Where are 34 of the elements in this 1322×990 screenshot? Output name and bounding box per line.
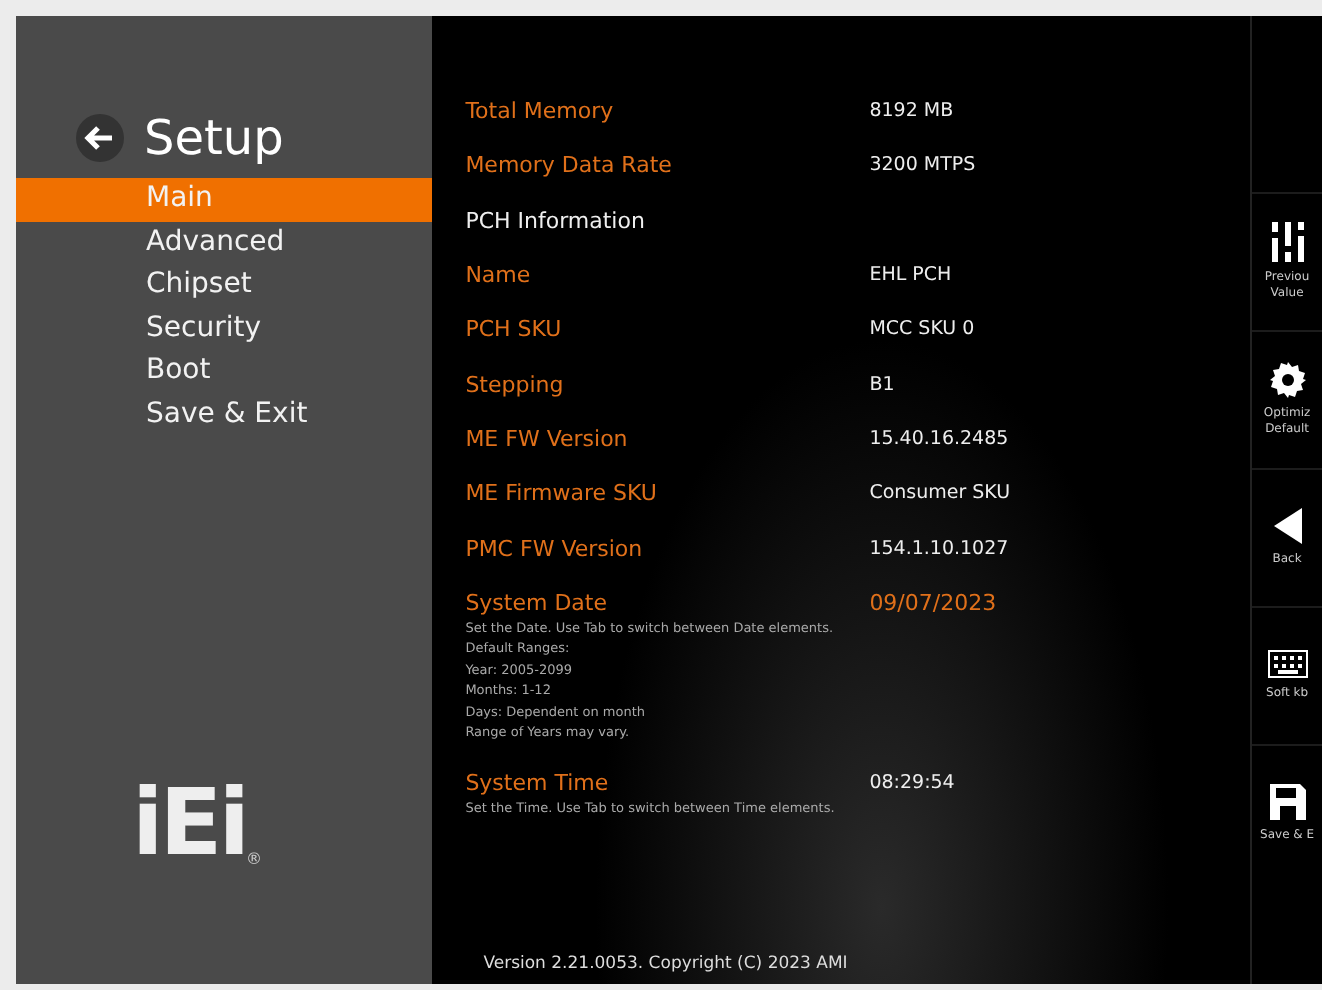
logo-text: iEi xyxy=(132,776,246,868)
menu-item[interactable]: Security xyxy=(16,307,432,350)
field-value: 154.1.10.1027 xyxy=(869,537,1009,560)
field-label[interactable]: Name xyxy=(465,262,870,289)
field-value: 3200 MTPS xyxy=(869,154,976,177)
menu-item[interactable]: Boot xyxy=(16,350,432,393)
field-label[interactable]: Total Memory xyxy=(465,98,870,125)
version-text: Version 2.21.0053. Copyright (C) 2023 AMI xyxy=(481,954,850,974)
field-value: MCC SKU 0 xyxy=(869,318,975,341)
keyboard-icon xyxy=(1267,650,1308,678)
field-value: EHL PCH xyxy=(869,264,952,287)
field-label[interactable]: ME FW Version xyxy=(465,425,870,452)
field-label[interactable]: System Time xyxy=(465,769,870,796)
field-label[interactable]: PCH SKU xyxy=(465,316,870,343)
field-label[interactable]: System Date xyxy=(465,589,870,616)
sliders-icon xyxy=(1269,222,1306,262)
field-value: B1 xyxy=(869,373,895,396)
field-label[interactable]: PMC FW Version xyxy=(465,535,870,562)
field-label[interactable]: Stepping xyxy=(465,371,870,398)
settings-icon xyxy=(1269,362,1306,398)
field-label[interactable]: Memory Data Rate xyxy=(465,152,870,179)
section-heading: PCH Information xyxy=(465,207,645,234)
field-value: 8192 MB xyxy=(869,100,954,123)
setup-title: Setup xyxy=(144,110,284,166)
field-value: 09/07/2023 xyxy=(869,589,997,616)
field-value: 08:29:54 xyxy=(869,771,955,794)
menu-item[interactable]: Advanced xyxy=(16,221,432,264)
registered-mark: ® xyxy=(245,850,262,868)
field-value: Consumer SKU xyxy=(869,482,1011,505)
menu-item[interactable]: Save & Exit xyxy=(16,393,432,436)
menu-item[interactable]: Chipset xyxy=(16,264,432,307)
field-label[interactable]: ME Firmware SKU xyxy=(465,480,870,507)
triangle-left-icon xyxy=(1273,508,1302,544)
field-value: 15.40.16.2485 xyxy=(869,427,1009,450)
